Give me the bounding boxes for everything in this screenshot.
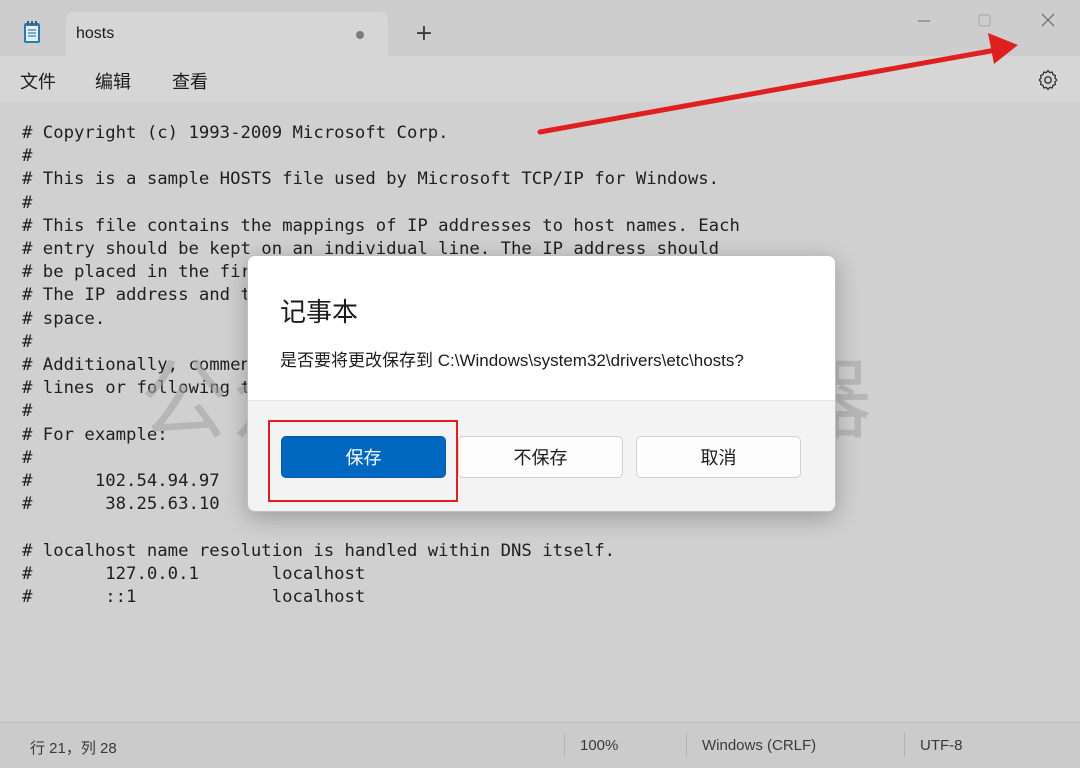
editor-line: # For example: (22, 424, 168, 445)
editor-line: # (22, 146, 33, 167)
editor-line: # (22, 401, 33, 422)
new-tab-button[interactable]: + (410, 20, 438, 48)
tab-hosts[interactable]: hosts (66, 12, 388, 56)
editor-line: # This is a sample HOSTS file used by Mi… (22, 169, 720, 190)
zoom-level: 100% (580, 737, 619, 754)
minimize-icon[interactable] (904, 6, 944, 36)
menu-file[interactable]: 文件 (20, 68, 56, 94)
editor-line: # (22, 331, 33, 352)
line-ending: Windows (CRLF) (702, 737, 817, 754)
status-bar: 行 21，列 28 100% Windows (CRLF) UTF-8 (0, 722, 1080, 768)
editor-line: # ::1 localhost (22, 587, 366, 608)
editor-line: # Copyright (c) 1993-2009 Microsoft Corp… (22, 123, 449, 143)
cancel-button[interactable]: 取消 (636, 436, 801, 478)
save-dialog: 记事本 是否要将更改保存到 C:\Windows\system32\driver… (247, 255, 836, 512)
unsaved-dot-icon[interactable] (356, 31, 364, 39)
dialog-title: 记事本 (280, 298, 359, 328)
title-bar: hosts + (0, 0, 1080, 56)
status-divider (904, 733, 905, 757)
editor-line: # 127.0.0.1 localhost (22, 563, 366, 584)
encoding: UTF-8 (920, 737, 963, 754)
status-divider (686, 733, 687, 757)
cursor-position: 行 21，列 28 (30, 740, 117, 757)
dialog-content: 记事本 是否要将更改保存到 C:\Windows\system32\driver… (248, 256, 835, 400)
editor-line: # space. (22, 308, 106, 329)
status-divider (564, 733, 565, 757)
editor-line: # localhost name resolution is handled w… (22, 540, 616, 561)
editor-line: # (22, 447, 33, 468)
maximize-icon[interactable] (964, 6, 1004, 36)
notepad-app-icon (24, 21, 40, 43)
close-icon[interactable] (1028, 6, 1068, 36)
menu-edit[interactable]: 编辑 (95, 68, 131, 94)
dont-save-button[interactable]: 不保存 (458, 436, 623, 478)
gear-icon[interactable] (1036, 68, 1060, 92)
menu-bar: 文件 编辑 查看 (0, 56, 1080, 102)
tab-title: hosts (76, 25, 115, 42)
editor-line: # This file contains the mappings of IP … (22, 215, 740, 236)
dialog-message: 是否要将更改保存到 C:\Windows\system32\drivers\et… (280, 351, 744, 370)
save-button[interactable]: 保存 (281, 436, 446, 478)
menu-view[interactable]: 查看 (172, 68, 208, 94)
dialog-actions: 保存 不保存 取消 (248, 400, 835, 511)
editor-line: # (22, 192, 33, 213)
